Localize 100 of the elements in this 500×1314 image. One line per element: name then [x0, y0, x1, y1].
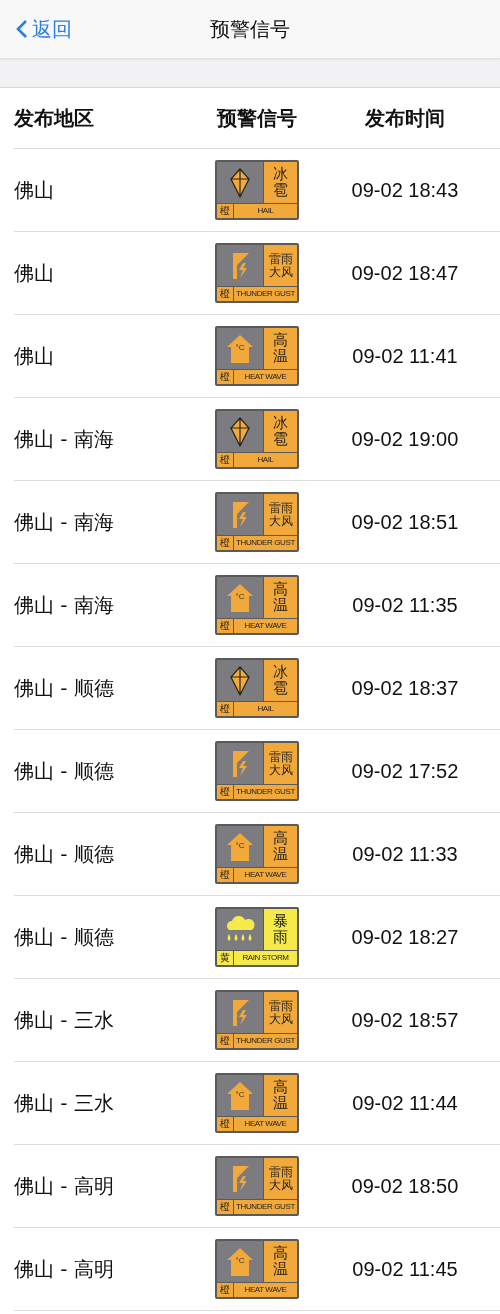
celsius-label: °C [234, 1090, 246, 1099]
signal-name: 高 [273, 581, 288, 598]
signal-name: 温 [273, 597, 288, 614]
signal-name: 大风 [268, 265, 293, 279]
signal-level: 橙 [217, 1117, 234, 1131]
signal-level: 橙 [217, 370, 234, 384]
time-cell: 09-02 18:50 [351, 1174, 459, 1198]
signal-name: 高 [273, 332, 288, 349]
signal-name: 大风 [268, 514, 293, 528]
time-cell: 09-02 18:43 [351, 178, 459, 202]
signal-level: 橙 [217, 536, 234, 550]
kite-icon [229, 664, 251, 697]
time-cell: 09-02 18:47 [351, 261, 459, 285]
signal-name: 雹 [273, 431, 288, 448]
chevron-left-icon [16, 19, 28, 39]
page-title: 预警信号 [210, 16, 290, 41]
region-cell-text: 佛山 - 高明 [14, 1255, 115, 1283]
region-cell-text: 佛山 [14, 176, 55, 204]
region-cell-text: 佛山 - 顺德 [14, 674, 115, 702]
signal-name: 雹 [273, 680, 288, 697]
region-cell-text: 佛山 - 顺德 [14, 757, 115, 785]
region-cell-text: 佛山 [14, 342, 55, 370]
kite-icon [229, 415, 251, 448]
back-link[interactable]: 返回 [0, 15, 72, 43]
signal-name: 冰 [273, 664, 288, 681]
time-cell: 09-02 18:51 [351, 510, 459, 534]
signal-english-name: HEAT WAVE [243, 869, 288, 881]
signal-english-name: THUNDER GUST [235, 1201, 296, 1213]
time-cell: 09-02 17:52 [351, 759, 459, 783]
time-cell: 09-02 18:27 [351, 925, 459, 949]
signal-level: 橙 [217, 287, 234, 301]
signal-level: 橙 [217, 453, 234, 467]
signal-level: 橙 [217, 204, 234, 218]
house-icon [226, 831, 254, 862]
signal-english-name: HEAT WAVE [243, 620, 288, 632]
celsius-label: °C [234, 343, 246, 352]
signal-name: 冰 [273, 166, 288, 183]
region-cell-text: 佛山 - 南海 [14, 591, 115, 619]
celsius-label: °C [234, 592, 246, 601]
time-cell: 09-02 11:44 [352, 1091, 458, 1115]
region-cell-text: 佛山 [14, 259, 55, 287]
region-cell-text: 佛山 - 三水 [14, 1006, 115, 1034]
signal-name: 雷雨 [268, 999, 293, 1013]
signal-level: 橙 [217, 702, 234, 716]
time-cell: 09-02 18:57 [351, 1008, 459, 1032]
signal-name: 雷雨 [268, 1165, 293, 1179]
column-header: 预警信号 [217, 104, 297, 132]
signal-level: 黄 [217, 951, 234, 965]
signal-name: 雷雨 [268, 252, 293, 266]
region-cell-text: 佛山 - 三水 [14, 1089, 115, 1117]
time-cell: 09-02 18:37 [351, 676, 459, 700]
house-icon [226, 1246, 254, 1277]
region-cell-text: 佛山 - 南海 [14, 425, 115, 453]
signal-name: 高 [273, 1245, 288, 1262]
signal-level: 橙 [217, 1200, 234, 1214]
signal-name: 大风 [268, 1012, 293, 1026]
kite-icon [229, 166, 251, 199]
time-cell: 09-02 19:00 [351, 427, 459, 451]
signal-name: 冰 [273, 415, 288, 432]
signal-name: 温 [273, 1261, 288, 1278]
signal-name: 高 [273, 830, 288, 847]
house-icon [226, 582, 254, 613]
signal-english-name: THUNDER GUST [235, 1035, 296, 1047]
signal-name: 雨 [273, 929, 288, 946]
signal-english-name: THUNDER GUST [235, 288, 296, 300]
signal-name: 温 [273, 348, 288, 365]
signal-level: 橙 [217, 619, 234, 633]
signal-english-name: THUNDER GUST [235, 537, 296, 549]
time-cell: 09-02 11:33 [352, 842, 458, 866]
house-icon [226, 333, 254, 364]
signal-english-name: HAIL [256, 703, 275, 715]
signal-name: 温 [273, 846, 288, 863]
signal-name: 大风 [268, 763, 293, 777]
time-cell: 09-02 11:45 [352, 1257, 458, 1281]
signal-name: 大风 [268, 1178, 293, 1192]
signal-level: 橙 [217, 1034, 234, 1048]
signal-level: 橙 [217, 785, 234, 799]
signal-name: 高 [273, 1079, 288, 1096]
region-cell-text: 佛山 - 顺德 [14, 840, 115, 868]
signal-name: 温 [273, 1095, 288, 1112]
celsius-label: °C [234, 841, 246, 850]
column-header: 发布地区 [14, 104, 94, 132]
time-cell: 09-02 11:41 [352, 344, 458, 368]
signal-level: 橙 [217, 868, 234, 882]
column-header: 发布时间 [365, 104, 445, 132]
region-cell-text: 佛山 - 高明 [14, 1172, 115, 1200]
signal-english-name: HEAT WAVE [243, 1284, 288, 1296]
signal-name: 雹 [273, 182, 288, 199]
time-cell: 09-02 11:35 [352, 593, 458, 617]
region-cell-text: 佛山 - 南海 [14, 508, 115, 536]
signal-english-name: HAIL [256, 205, 275, 217]
signal-name: 雷雨 [268, 501, 293, 515]
signal-english-name: HAIL [256, 454, 275, 466]
house-icon [226, 1080, 254, 1111]
signal-english-name: HEAT WAVE [243, 1118, 288, 1130]
signal-level: 橙 [217, 1283, 234, 1297]
signal-english-name: THUNDER GUST [235, 786, 296, 798]
region-cell-text: 佛山 - 顺德 [14, 923, 115, 951]
celsius-label: °C [234, 1256, 246, 1265]
signal-name: 暴 [273, 913, 288, 930]
